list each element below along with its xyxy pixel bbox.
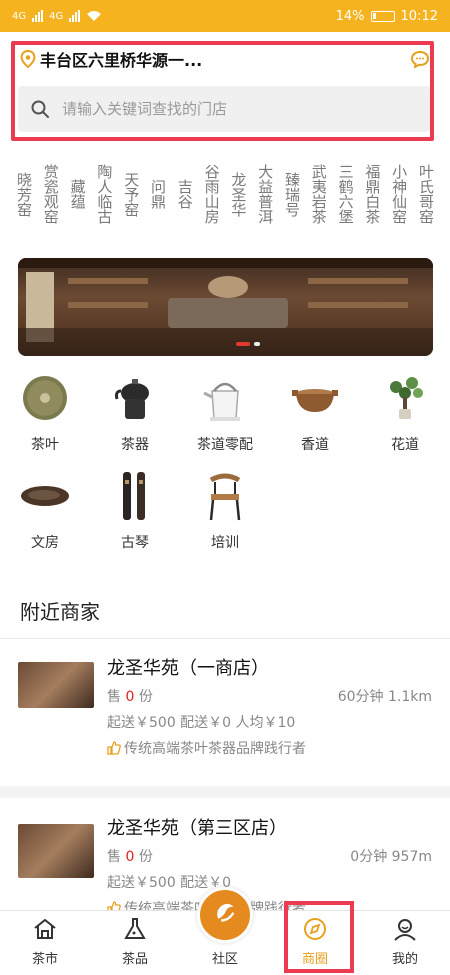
category-incense[interactable]: 香道 [270,368,360,466]
home-icon [34,918,56,939]
shop-shortcut[interactable]: 赏瓷观窑 [41,146,63,242]
search-icon [31,100,49,118]
chat-icon[interactable] [410,50,430,68]
guqin-icon [109,470,161,522]
shop-sold-count: 0 [125,689,135,705]
signal-icon [32,10,44,22]
location-pin-icon [20,50,36,68]
shop-distance: 60分钟 1.1km [337,689,432,705]
shop-sold: 售 0 份 [107,849,153,865]
chair-icon [199,470,251,522]
category-guqin[interactable]: 古琴 [90,466,180,564]
nav-label: 商圈 [301,952,328,967]
signal-icon-2 [69,10,81,22]
category-tea[interactable]: 茶叶 [0,368,90,466]
shop-shortcut[interactable]: 晓芳窑 [14,146,36,242]
teapot-icon [109,372,161,424]
section-title-nearby: 附近商家 [20,600,100,624]
search-input[interactable] [62,100,382,118]
location-row[interactable]: 丰台区六里桥华源一... [20,44,430,74]
category-flower[interactable]: 花道 [360,368,450,466]
thumbs-up-icon [107,741,121,755]
nav-item-tea-products[interactable]: 茶品 [90,911,180,975]
battery-percent: 14% [335,8,365,24]
shop-shortcut[interactable]: 三鹤六堡 [336,146,358,242]
shop-distance: 0分钟 957m [350,849,432,865]
divider [0,638,450,639]
shop-tag: 传统高端茶叶茶器品牌践行者 [107,738,306,758]
category-teaware[interactable]: 茶器 [90,368,180,466]
nav-item-community[interactable]: 社区 [180,887,270,975]
wifi-icon [87,11,102,21]
shop-shortcut[interactable]: 吉谷 [175,146,197,242]
nav-item-business-circle[interactable]: 商圈 [270,911,360,975]
compass-icon [304,918,326,940]
shop-shortcuts: 晓芳窑 赏瓷观窑 藏蕴 陶人临古 天予窑 问鼎 吉谷 谷雨山房 龙圣华 大益普洱… [14,146,438,242]
shop-thumbnail [18,824,94,878]
category-label: 培训 [211,535,239,551]
shop-shortcut[interactable]: 福鼎白茶 [362,146,384,242]
community-icon [197,887,253,943]
nav-label: 茶市 [31,952,58,967]
user-icon [394,919,416,941]
banner-indicator-active [236,342,250,346]
category-label: 茶叶 [31,437,59,453]
section-gap [0,786,450,798]
promo-banner[interactable] [18,258,433,356]
shop-shortcut[interactable]: 藏蕴 [68,146,90,242]
category-label: 香道 [301,437,329,453]
network-label-2: 4G [49,10,64,22]
bottom-nav: 茶市 茶品 社区 商圈 我的 [0,887,450,975]
banner-indicator [254,342,260,346]
shop-shortcut[interactable]: 臻瑞号 [282,146,304,242]
shop-shortcut[interactable]: 天予窑 [121,146,143,242]
search-box[interactable] [18,86,430,132]
nav-item-mine[interactable]: 我的 [360,911,450,975]
nav-label: 社区 [211,952,238,967]
category-label: 茶器 [121,437,149,453]
location-label[interactable]: 丰台区六里桥华源一... [40,47,410,71]
category-training[interactable]: 培训 [180,466,270,564]
category-stationery[interactable]: 文房 [0,466,90,564]
shop-fees: 起送￥500 配送￥0 人均￥10 [107,715,296,731]
nav-label: 茶品 [121,952,148,967]
shop-shortcut[interactable]: 叶氏哥窑 [416,146,438,242]
shop-card[interactable]: 龙圣华苑（一商店） 售 0 份 60分钟 1.1km 起送￥500 配送￥0 人… [0,640,450,780]
nav-label: 我的 [391,952,418,967]
shop-shortcut[interactable]: 大益普洱 [255,146,277,242]
category-label: 茶道零配 [197,437,253,453]
clock: 10:12 [400,8,438,24]
shop-shortcut[interactable]: 问鼎 [148,146,170,242]
shop-shortcut[interactable]: 谷雨山房 [202,146,224,242]
shop-thumbnail [18,662,94,708]
shop-shortcut[interactable]: 武夷岩茶 [309,146,331,242]
flower-icon [379,372,431,424]
category-label: 花道 [391,437,419,453]
inkstone-icon [19,470,71,522]
flask-icon [124,918,146,939]
category-grid: 茶叶 茶器 茶道零配 香道 花道 文房 古琴 培训 [0,368,450,564]
category-label: 古琴 [121,535,149,551]
nav-item-tea-market[interactable]: 茶市 [0,911,90,975]
status-bar: 4G 4G 14% 10:12 [0,0,450,32]
incense-burner-icon [289,372,341,424]
shop-shortcut[interactable]: 小神仙窑 [389,146,411,242]
shop-sold-count: 0 [125,849,135,865]
network-label: 4G [12,10,27,22]
shop-shortcut[interactable]: 陶人临古 [94,146,116,242]
shop-name: 龙圣华苑（第三区店） [107,818,287,839]
shop-name: 龙圣华苑（一商店） [107,658,269,679]
kettle-icon [199,372,251,424]
category-label: 文房 [31,535,59,551]
tea-cake-icon [19,372,71,424]
shop-shortcut[interactable]: 龙圣华 [228,146,250,242]
shop-sold: 售 0 份 [107,689,153,705]
battery-icon [370,10,395,22]
category-accessories[interactable]: 茶道零配 [180,368,270,466]
